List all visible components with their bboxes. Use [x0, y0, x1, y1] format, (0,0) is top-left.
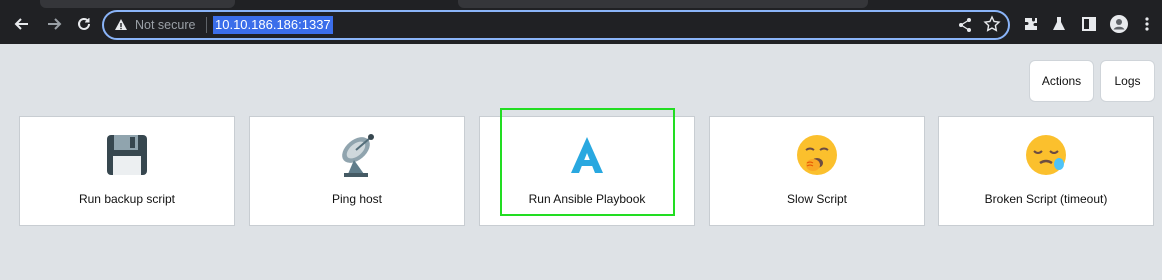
satellite-antenna-icon — [334, 132, 380, 178]
card-label: Run Ansible Playbook — [528, 192, 646, 206]
profile-button[interactable] — [1110, 15, 1128, 33]
back-button[interactable] — [12, 14, 32, 34]
yawning-face-icon — [795, 132, 839, 178]
floppy-disk-icon — [105, 132, 149, 178]
arrow-left-icon — [14, 18, 28, 30]
url-text[interactable]: 10.10.186.186:1337 — [213, 16, 333, 34]
security-status[interactable]: Not secure — [135, 18, 195, 32]
actions-button[interactable]: Actions — [1029, 60, 1094, 102]
reload-button[interactable] — [74, 14, 94, 34]
lab-button[interactable] — [1050, 15, 1068, 33]
address-bar[interactable]: Not secure 10.10.186.186:1337 — [102, 10, 1010, 40]
flask-icon — [1053, 17, 1065, 30]
card-label: Slow Script — [786, 192, 848, 206]
card-label: Broken Script (timeout) — [984, 192, 1108, 206]
avatar-icon — [1110, 15, 1128, 33]
kebab-menu-icon — [1145, 17, 1149, 31]
card-run-ansible-playbook[interactable]: Run Ansible Playbook — [479, 116, 695, 226]
forward-button[interactable] — [44, 14, 64, 34]
card-run-backup-script[interactable]: Run backup script — [19, 116, 235, 226]
card-slow-script[interactable]: Slow Script — [709, 116, 925, 226]
card-label: Run backup script — [78, 192, 176, 206]
tab[interactable] — [458, 0, 868, 8]
page-content: Actions Logs Run backup script Ping host… — [0, 44, 1162, 280]
browser-chrome: Not secure 10.10.186.186:1337 — [0, 0, 1162, 44]
divider — [206, 17, 207, 33]
card-label: Ping host — [331, 192, 383, 206]
ansible-icon — [567, 132, 607, 178]
sleeping-face-icon — [1024, 132, 1068, 178]
tab[interactable] — [40, 0, 235, 8]
star-icon[interactable] — [983, 15, 1001, 33]
extensions-button[interactable] — [1022, 15, 1040, 33]
side-panel-button[interactable] — [1080, 15, 1098, 33]
arrow-right-icon — [48, 18, 62, 30]
card-ping-host[interactable]: Ping host — [249, 116, 465, 226]
tab-strip — [0, 0, 1162, 8]
warning-icon[interactable] — [114, 18, 128, 32]
logs-button[interactable]: Logs — [1100, 60, 1155, 102]
share-icon[interactable] — [957, 17, 973, 33]
card-broken-script-timeout[interactable]: Broken Script (timeout) — [938, 116, 1154, 226]
side-panel-icon — [1082, 17, 1096, 31]
puzzle-icon — [1025, 18, 1037, 30]
reload-icon — [78, 17, 90, 30]
menu-button[interactable] — [1138, 15, 1156, 33]
